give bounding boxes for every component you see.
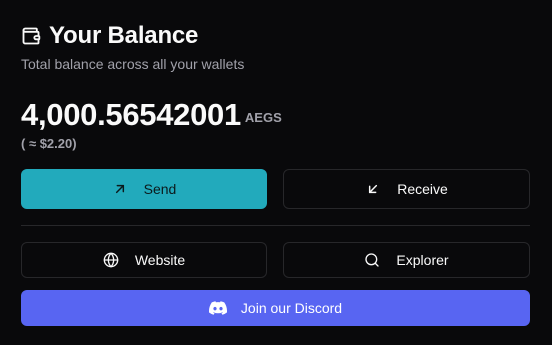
discord-button[interactable]: Join our Discord bbox=[21, 290, 530, 326]
balance-amount: 4,000.56542001 bbox=[21, 97, 241, 132]
arrow-up-right-icon bbox=[112, 181, 128, 197]
balance-card: Your Balance Total balance across all yo… bbox=[0, 0, 552, 345]
discord-label: Join our Discord bbox=[240, 300, 343, 316]
explorer-button[interactable]: Explorer bbox=[283, 242, 530, 278]
search-icon bbox=[364, 252, 380, 268]
website-button[interactable]: Website bbox=[21, 242, 267, 278]
balance-header: Your Balance bbox=[21, 22, 198, 50]
divider bbox=[21, 225, 530, 226]
receive-button[interactable]: Receive bbox=[283, 169, 530, 209]
globe-icon bbox=[103, 252, 119, 268]
website-label: Website bbox=[134, 252, 186, 268]
send-label: Send bbox=[143, 181, 177, 197]
page-subtitle: Total balance across all your wallets bbox=[21, 56, 245, 72]
balance-usd-value: ( ≈ $2.20) bbox=[21, 136, 77, 151]
arrow-down-left-icon bbox=[365, 181, 381, 197]
explorer-label: Explorer bbox=[396, 252, 449, 268]
send-button[interactable]: Send bbox=[21, 169, 267, 209]
receive-label: Receive bbox=[397, 181, 448, 197]
wallet-icon bbox=[21, 26, 41, 46]
balance-amount-row: 4,000.56542001 AEGS bbox=[21, 97, 282, 133]
balance-unit: AEGS bbox=[244, 110, 282, 125]
page-title: Your Balance bbox=[49, 22, 199, 49]
discord-icon bbox=[208, 301, 227, 315]
